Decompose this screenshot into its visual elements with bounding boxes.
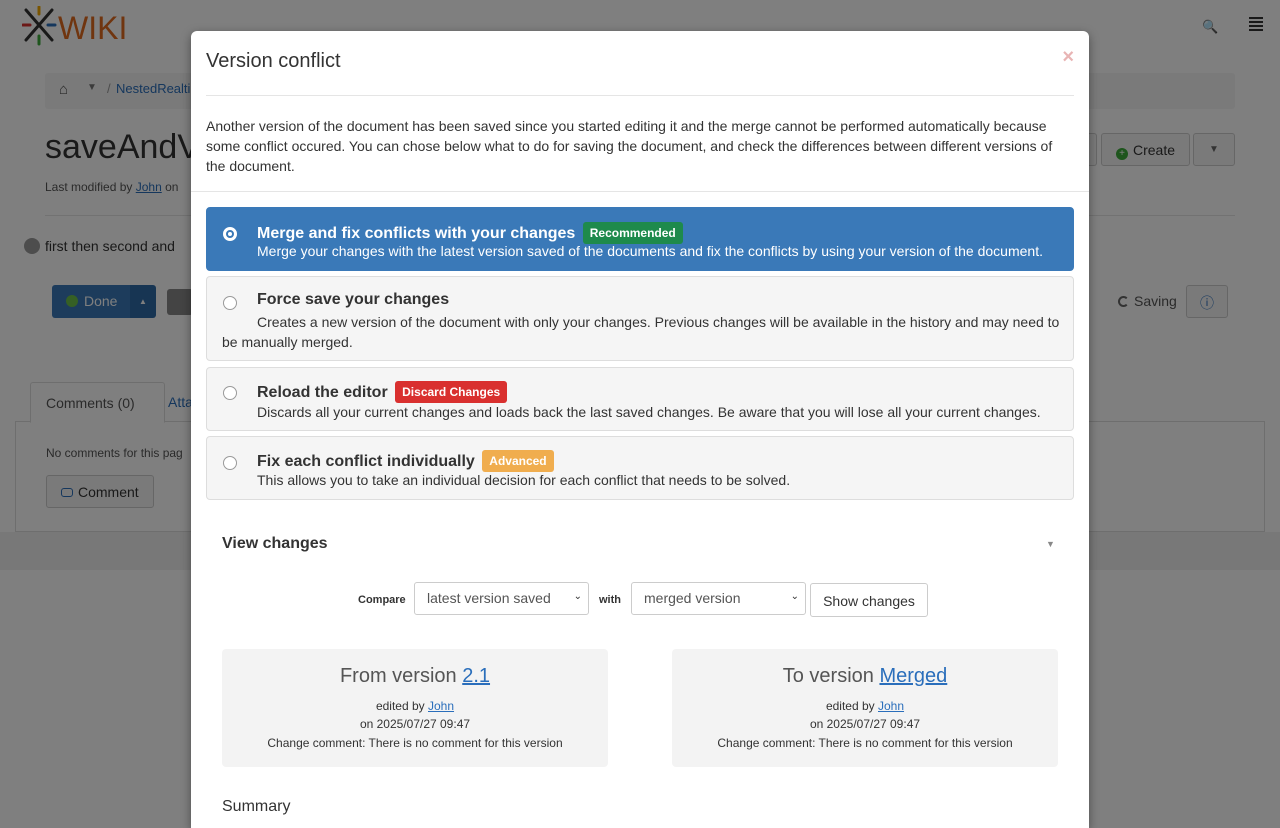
option-fix-individually-title-text: Fix each conflict individually	[257, 453, 475, 470]
view-changes-title[interactable]: View changes	[222, 535, 328, 553]
chevron-down-icon: ⌄	[573, 591, 582, 602]
option-merge-title-text: Merge and fix conflicts with your change…	[257, 225, 576, 242]
from-version-card: From version 2.1 edited by John on 2025/…	[222, 649, 608, 767]
chevron-down-icon[interactable]: ▼	[1046, 539, 1055, 549]
option-force-save-description: Creates a new version of the document wi…	[222, 314, 1060, 350]
modal-intro: Another version of the document has been…	[206, 118, 1053, 174]
option-merge[interactable]: Merge and fix conflicts with your change…	[206, 207, 1074, 271]
option-reload[interactable]: Reload the editor Discard Changes Discar…	[206, 367, 1074, 431]
from-version-date: on 2025/07/27 09:47	[359, 717, 471, 731]
option-force-save-title: Force save your changes	[257, 291, 450, 308]
from-version-comment: Change comment: There is no comment for …	[267, 736, 563, 750]
to-version-card: To version Merged edited by John on 2025…	[672, 649, 1058, 767]
option-merge-description: Merge your changes with the latest versi…	[257, 243, 1043, 259]
discard-changes-badge: Discard Changes	[395, 381, 508, 403]
to-version-user-link[interactable]: John	[878, 699, 904, 713]
to-version-date: on 2025/07/27 09:47	[809, 717, 921, 731]
from-version-heading: From version 2.1	[222, 665, 608, 688]
edited-by-label: edited by	[825, 699, 875, 713]
option-fix-individually-title: Fix each conflict individually Advanced	[257, 450, 554, 472]
option-merge-radio[interactable]	[223, 227, 237, 241]
option-fix-individually-radio[interactable]	[223, 456, 237, 470]
compare-label: Compare	[358, 594, 406, 606]
show-changes-button[interactable]: Show changes	[810, 583, 928, 617]
with-select-value: merged version	[644, 590, 741, 606]
version-conflict-dialog: Version conflict × Another version of th…	[191, 31, 1089, 828]
modal-header: Version conflict ×	[206, 31, 1074, 96]
summary-title: Summary	[222, 798, 291, 815]
option-reload-title: Reload the editor Discard Changes	[257, 381, 508, 403]
advanced-badge: Advanced	[482, 450, 554, 472]
option-fix-individually-description: This allows you to take an individual de…	[257, 472, 791, 488]
option-reload-radio[interactable]	[223, 386, 237, 400]
close-icon[interactable]: ×	[1062, 46, 1074, 69]
with-select[interactable]: merged version ⌄	[631, 582, 806, 615]
chevron-down-icon: ⌄	[790, 591, 799, 602]
option-force-save-radio[interactable]	[223, 296, 237, 310]
from-version-editor: edited by John	[222, 699, 608, 713]
to-version-editor: edited by John	[672, 699, 1058, 713]
with-label: with	[599, 594, 621, 606]
to-version-comment: Change comment: There is no comment for …	[717, 736, 1013, 750]
from-version-prefix: From version	[339, 665, 457, 687]
compare-select-value: latest version saved	[427, 590, 551, 606]
modal-title: Version conflict	[206, 50, 341, 72]
edited-by-label: edited by	[375, 699, 425, 713]
option-reload-title-text: Reload the editor	[257, 384, 388, 401]
option-force-save[interactable]: Force save your changes Creates a new ve…	[206, 276, 1074, 361]
to-version-prefix: To version	[782, 665, 874, 687]
option-reload-description: Discards all your current changes and lo…	[257, 404, 1041, 420]
from-version-user-link[interactable]: John	[428, 699, 454, 713]
from-version-link[interactable]: 2.1	[462, 665, 490, 687]
compare-select[interactable]: latest version saved ⌄	[414, 582, 589, 615]
divider	[191, 191, 1089, 192]
to-version-heading: To version Merged	[672, 665, 1058, 688]
option-fix-individually[interactable]: Fix each conflict individually Advanced …	[206, 436, 1074, 500]
to-version-link[interactable]: Merged	[879, 665, 947, 687]
